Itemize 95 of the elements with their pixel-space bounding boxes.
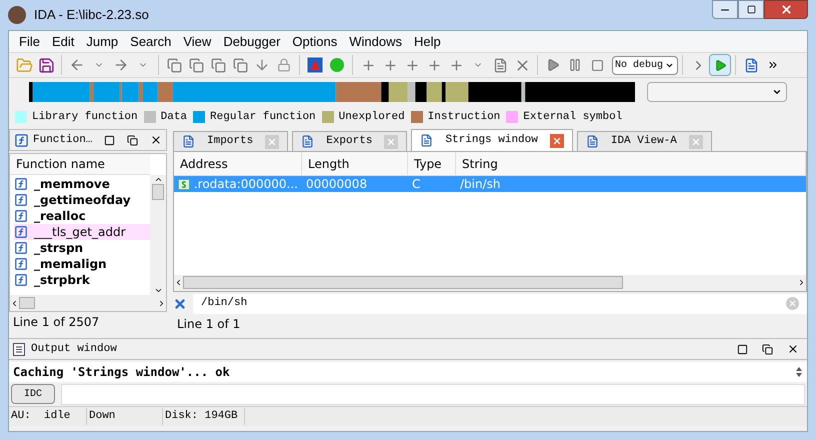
column-header[interactable]: Length <box>302 152 408 175</box>
tab[interactable]: Exports <box>292 131 408 151</box>
string-icon <box>178 178 190 190</box>
legend-label: Data <box>160 110 188 125</box>
maximize-button[interactable] <box>738 0 764 19</box>
function-icon <box>14 273 28 287</box>
close-button[interactable] <box>764 0 808 19</box>
tab-icon <box>182 135 195 148</box>
panel-title: Function… <box>33 132 94 148</box>
function-row[interactable]: _gettimeofday <box>14 192 150 208</box>
scroll-left-icon[interactable] <box>10 298 19 308</box>
restore-icon <box>127 134 138 146</box>
maximize-icon <box>737 344 748 354</box>
menu-item[interactable]: Edit <box>46 32 80 52</box>
legend-label: Instruction <box>428 110 500 125</box>
scroll-arrows-icon[interactable] <box>795 366 803 378</box>
table-cell-text: 00000008 <box>306 176 368 193</box>
menu-item[interactable]: Help <box>408 32 447 52</box>
function-row[interactable]: _strspn <box>14 240 150 256</box>
table-cell-text: C <box>412 176 420 193</box>
maximize-icon <box>104 134 115 146</box>
status-text: Down <box>87 408 163 425</box>
command-field[interactable] <box>61 384 805 404</box>
menu-item[interactable]: Debugger <box>217 32 286 52</box>
debugger-select[interactable]: No debug <box>612 56 678 74</box>
column-header[interactable]: String <box>456 152 806 175</box>
function-icon <box>14 241 28 255</box>
maximize-icon <box>746 5 756 14</box>
close-icon <box>386 136 396 146</box>
horizontal-scrollbar[interactable] <box>174 274 806 291</box>
status-text: AU: idle <box>9 408 87 425</box>
function-icon <box>14 177 28 191</box>
tab-icon <box>586 135 599 148</box>
function-icon <box>14 209 28 223</box>
caret-icon <box>772 87 782 97</box>
legend-label: Library function <box>32 110 138 125</box>
menu-item[interactable]: Search <box>124 32 178 52</box>
scroll-left-icon[interactable] <box>174 278 183 288</box>
clear-glyph-icon <box>788 299 797 308</box>
menu-item[interactable]: Jump <box>80 32 124 52</box>
scroll-right-icon[interactable] <box>157 298 166 308</box>
menu-item[interactable]: Windows <box>343 32 408 52</box>
tab[interactable]: Imports <box>173 131 288 151</box>
menu-item[interactable]: Options <box>286 32 344 52</box>
close-icon <box>787 343 799 355</box>
function-icon <box>14 193 28 207</box>
avatar-icon <box>8 6 26 24</box>
status-text: Line 1 of 2507 <box>12 314 100 331</box>
run-icon[interactable] <box>709 54 731 76</box>
status-text: Line 1 of 1 <box>176 316 242 334</box>
tab-close-icon[interactable] <box>550 134 564 148</box>
function-row[interactable]: _memmove <box>14 176 150 192</box>
close-icon <box>150 134 162 146</box>
function-row[interactable]: _realloc <box>14 208 150 224</box>
table-cell-text: /bin/sh <box>460 176 500 193</box>
panel-title: Output window <box>31 342 118 357</box>
scrollbar-thumb[interactable] <box>183 276 623 290</box>
tab[interactable]: IDA View-A <box>576 131 712 151</box>
table-cell-text: .rodata:000000... <box>194 176 298 193</box>
vertical-scrollbar[interactable] <box>150 175 166 295</box>
filter-field[interactable]: /bin/sh <box>193 294 807 314</box>
menu-item[interactable]: View <box>177 32 218 52</box>
close-icon <box>552 136 562 146</box>
menu-item[interactable]: File <box>13 32 46 52</box>
legend-label: Regular function <box>210 110 316 125</box>
function-icon <box>14 132 29 148</box>
function-row[interactable]: _memalign <box>14 256 150 272</box>
close-icon <box>267 136 278 146</box>
scroll-up-icon[interactable] <box>154 175 162 184</box>
address-dropdown[interactable] <box>647 82 787 102</box>
restore-icon <box>762 344 773 354</box>
window-title: IDA - E:\libc-2.23.so <box>34 6 149 24</box>
output-line: Caching 'Strings window'... ok <box>13 364 231 381</box>
scroll-down-icon[interactable] <box>154 286 162 295</box>
tab-icon <box>301 135 314 148</box>
legend-label: External symbol <box>523 110 622 125</box>
function-row[interactable]: _strpbrk <box>14 272 150 288</box>
column-header: Function name <box>10 154 150 175</box>
horizontal-scrollbar[interactable] <box>10 295 166 311</box>
document-icon <box>13 342 25 356</box>
function-icon <box>14 225 28 239</box>
column-header[interactable]: Type <box>408 152 456 175</box>
idc-button[interactable]: IDC <box>11 384 55 404</box>
function-row[interactable]: ___tls_get_addr <box>14 224 150 240</box>
close-icon <box>780 3 792 16</box>
tab[interactable]: Strings window <box>411 129 573 151</box>
column-header[interactable]: Address <box>174 152 302 175</box>
function-icon <box>14 257 28 271</box>
legend-label: Unexplored <box>338 110 405 125</box>
tab-icon <box>420 134 434 147</box>
scrollbar-thumb[interactable] <box>19 297 35 309</box>
status-text: Disk: 194GB <box>163 408 245 425</box>
close-icon <box>690 136 701 146</box>
scrollbar-thumb[interactable] <box>152 184 164 200</box>
scroll-right-icon[interactable] <box>797 278 806 288</box>
